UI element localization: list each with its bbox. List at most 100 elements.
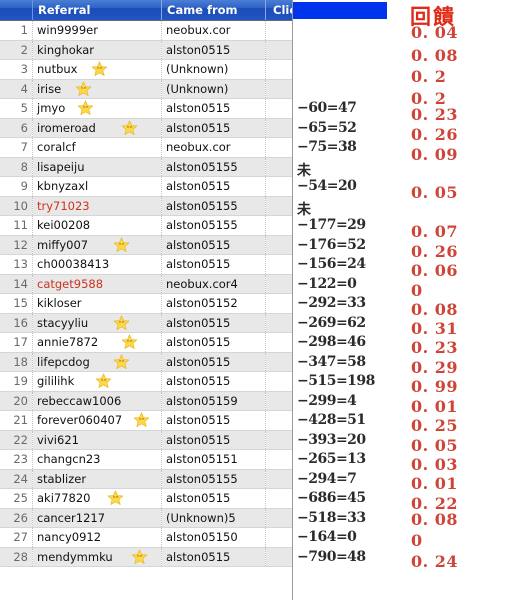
table-row[interactable]: 9 kbnyzaxl alston051574 [0,176,292,197]
clicks-cell: 413 [265,430,292,450]
click-calculation-annotation: −164=0 [297,529,357,545]
click-calculation-annotation: −54=20 [297,178,357,194]
row-index: 14 [0,274,33,294]
row-index: 28 [0,547,33,567]
row-index: 11 [0,215,33,236]
referral-name-cell[interactable]: lisapeiju [32,157,162,177]
referral-name: aki77820 [37,491,91,506]
referral-name: jmyo [37,101,66,116]
referral-name-cell[interactable]: vivi621 [32,430,162,450]
table-row[interactable]: 24 stablizer alston05155301 [0,469,292,489]
table-row[interactable]: 28 mendymmku alston0515838 [0,547,292,567]
table-row[interactable]: 26 cancer1217 (Unknown)5551 [0,508,292,528]
rebate-value-annotation: 0. 2 [411,67,447,86]
rebate-value-annotation: 0. 24 [411,551,459,571]
referral-name-cell[interactable]: nancy0912 [32,527,162,548]
column-header-clicks[interactable]: Clicks [265,0,292,21]
referral-name-cell[interactable]: changcn23 [32,449,162,470]
rebate-value-annotation: 0. 29 [411,357,459,377]
referral-name-cell[interactable]: iromeroad [32,118,162,138]
row-index: 17 [0,332,33,353]
referral-name-cell[interactable]: lifepcdog [32,352,162,372]
row-index: 7 [0,137,33,158]
table-row[interactable]: 19 gililihk alston0515713 [0,371,292,392]
star-icon [107,490,124,507]
referral-name-cell[interactable]: irise [32,79,162,99]
star-icon [75,80,92,98]
table-row[interactable]: 21 forever060407 alston0515479 [0,410,292,431]
table-row[interactable]: 23 changcn23 alston05151278 [0,449,292,470]
table-row[interactable]: 2 kinghokar alston051535 [0,40,292,60]
table-row[interactable]: 14 catget9588 neobux.cor4122 [0,274,292,294]
row-index: 2 [0,40,33,60]
referral-name-cell[interactable]: cancer1217 [32,508,162,528]
referral-name-cell[interactable]: rebeccaw1006 [32,391,162,411]
referral-name-cell[interactable]: stacyyliu [32,313,162,333]
referral-name-cell[interactable]: mendymmku [32,547,162,567]
table-row[interactable]: 22 vivi621 alston0515413 [0,430,292,450]
came-from-cell: alston0515 [161,176,266,197]
table-row[interactable]: 11 kei00208 alston05155206 [0,215,292,236]
table-row[interactable]: 12 miffy007 alston0515228 [0,235,292,255]
table-row[interactable]: 3 nutbux (Unknown)41 [0,59,292,80]
referral-name: nancy0912 [37,530,102,545]
referral-name-cell[interactable]: kbnyzaxl [32,176,162,197]
referral-name-cell[interactable]: coralcf [32,137,162,158]
referral-name-cell[interactable]: kinghokar [32,40,162,60]
table-row[interactable]: 10 try71023 alston0515516 [0,196,292,216]
referral-name-cell[interactable]: forever060407 [32,410,162,431]
rebate-value-annotation: 0. 08 [411,509,459,529]
table-row[interactable]: 8 lisapeiju alston0515554 [0,157,292,177]
referral-name-cell[interactable]: annie7872 [32,332,162,353]
referral-name-cell[interactable]: kei00208 [32,215,162,236]
click-calculation-annotation: −176=52 [297,236,366,253]
table-row[interactable]: 17 annie7872 alston0515344 [0,332,292,353]
referral-name-cell[interactable]: kikloser [32,293,162,314]
referral-name: irise [37,81,62,96]
column-header-came-from[interactable]: Came from [161,0,266,21]
rebate-value-annotation: 0. 01 [411,473,459,493]
table-row[interactable]: 27 nancy0912 alston05150164 [0,527,292,548]
referral-name: stablizer [37,471,87,486]
click-calculation-annotation: −265=13 [297,451,366,467]
table-row[interactable]: 13 ch00038413 alston0515180 [0,254,292,275]
annotation-overlay: 回饋 0. 04 0. 08 0. 2 0. 2 −60=47 0. 23 −65=52 0.… [293,0,514,600]
clicks-cell: 551 [265,508,292,528]
rebate-value-annotation: 0. 04 [411,23,459,42]
came-from-cell: alston0515 [161,352,266,372]
column-header-referral[interactable]: Referral [32,0,162,21]
referral-name-cell[interactable]: aki77820 [32,488,162,509]
table-row[interactable]: 15 kikloser alston05152325 [0,293,292,314]
referral-name-cell[interactable]: catget9588 [32,274,162,294]
row-index: 4 [0,79,33,99]
referral-name-cell[interactable]: ch00038413 [32,254,162,275]
referral-name-cell[interactable]: jmyo [32,98,162,119]
rebate-value-annotation: 0. 09 [411,145,459,164]
click-calculation-annotation: −65=52 [297,119,357,136]
rebate-value-annotation: 0. 06 [411,261,459,280]
referral-name: nutbux [37,62,78,77]
referral-name-cell[interactable]: gililihk [32,371,162,392]
column-header-index[interactable] [0,0,33,21]
referral-name-cell[interactable]: miffy007 [32,235,162,255]
row-index: 15 [0,293,33,314]
table-row[interactable]: 18 lifepcdog alston0515405 [0,352,292,372]
clicks-cell: 206 [265,215,292,236]
came-from-cell: neobux.cor [161,20,266,41]
table-row[interactable]: 6 iromeroad alston0515117 [0,118,292,138]
referral-name-cell[interactable]: nutbux [32,59,162,80]
table-row[interactable]: 20 rebeccaw1006 alston05159303 [0,391,292,411]
table-row[interactable]: 5 jmyo alston0515107 [0,98,292,119]
row-index: 5 [0,98,33,119]
came-from-cell: (Unknown)5 [161,508,266,528]
table-row[interactable]: 1 win9999er neobux.cor19 [0,20,292,41]
clicks-cell: 117 [265,118,292,138]
referral-name-cell[interactable]: win9999er [32,20,162,41]
came-from-cell: alston05155 [161,196,266,216]
referral-name-cell[interactable]: try71023 [32,196,162,216]
table-row[interactable]: 7 coralcf neobux.cor113 [0,137,292,158]
table-row[interactable]: 25 aki77820 alston0515731 [0,488,292,509]
table-row[interactable]: 16 stacyyliu alston0515331 [0,313,292,333]
referral-name-cell[interactable]: stablizer [32,469,162,489]
table-row[interactable]: 4 irise (Unknown)41 [0,79,292,99]
